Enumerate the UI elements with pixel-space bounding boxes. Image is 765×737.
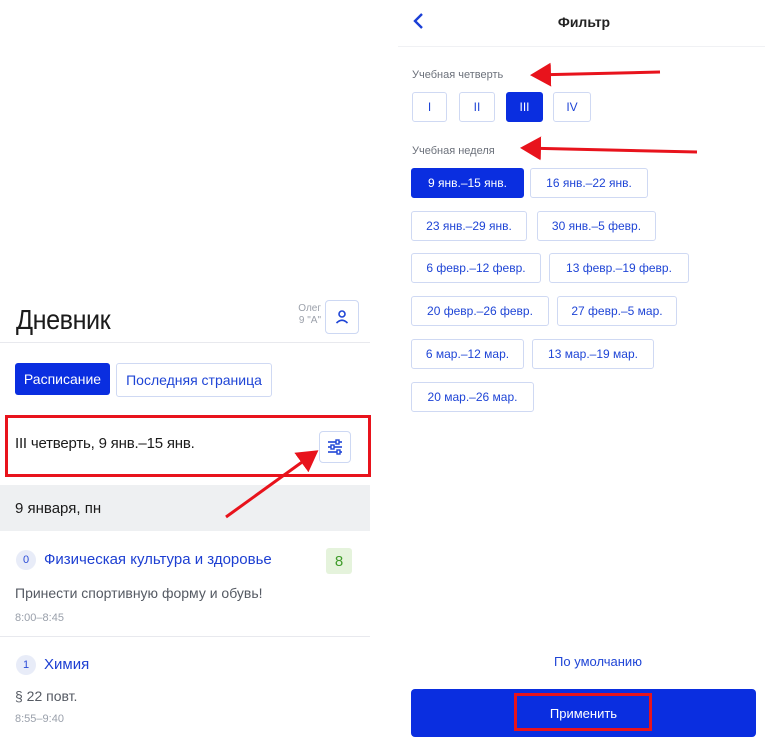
lesson-time: 8:00–8:45	[15, 612, 64, 624]
divider	[0, 636, 370, 637]
quarter-chip-3[interactable]: III	[506, 92, 543, 122]
lesson-number: 0	[16, 550, 36, 570]
quarter-label: Учебная четверть	[412, 69, 504, 81]
lesson-number: 1	[16, 655, 36, 675]
divider	[0, 342, 370, 343]
week-chip[interactable]: 30 янв.–5 февр.	[537, 211, 656, 241]
week-chip[interactable]: 20 мар.–26 мар.	[411, 382, 534, 412]
tab-last-page[interactable]: Последняя страница	[116, 363, 272, 397]
page-title: Дневник	[16, 304, 111, 335]
user-info: Олег 9 "А"	[281, 303, 321, 327]
divider	[398, 46, 765, 47]
user-class: 9 "А"	[298, 315, 321, 326]
profile-button[interactable]	[325, 300, 359, 334]
week-chip[interactable]: 6 февр.–12 февр.	[411, 253, 541, 283]
lesson-name[interactable]: Химия	[44, 656, 89, 673]
lesson-homework: § 22 повт.	[15, 688, 78, 704]
week-label: Учебная неделя	[412, 145, 495, 157]
user-icon	[335, 310, 349, 324]
diary-header: Дневник Олег 9 "А"	[0, 290, 370, 342]
week-chip[interactable]: 16 янв.–22 янв.	[530, 168, 648, 198]
lesson-homework: Принести спортивную форму и обувь!	[15, 585, 263, 601]
lesson-time: 8:55–9:40	[15, 713, 64, 725]
user-name: Олег	[298, 303, 321, 314]
week-chip[interactable]: 13 февр.–19 февр.	[549, 253, 689, 283]
week-chip[interactable]: 23 янв.–29 янв.	[411, 211, 527, 241]
quarter-chip-2[interactable]: II	[459, 92, 495, 122]
week-chip[interactable]: 6 мар.–12 мар.	[411, 339, 524, 369]
filter-title: Фильтр	[557, 14, 611, 30]
week-chip[interactable]: 13 мар.–19 мар.	[532, 339, 654, 369]
filter-screen: Фильтр Учебная четверть I II III IV Учеб…	[398, 0, 765, 737]
lesson-name[interactable]: Физическая культура и здоровье	[44, 551, 272, 568]
week-chip[interactable]: 27 февр.–5 мар.	[557, 296, 677, 326]
diary-screen: Дневник Олег 9 "А" Расписание Последняя …	[0, 290, 371, 737]
week-chip[interactable]: 20 февр.–26 февр.	[411, 296, 549, 326]
highlight-box	[514, 693, 652, 731]
week-chip[interactable]: 9 янв.–15 янв.	[411, 168, 524, 198]
tab-schedule[interactable]: Расписание	[15, 363, 110, 395]
grade-badge[interactable]: 8	[326, 548, 352, 574]
quarter-chip-4[interactable]: IV	[553, 92, 591, 122]
day-header: 9 января, пн	[15, 500, 102, 517]
reset-default-link[interactable]: По умолчанию	[398, 654, 765, 669]
quarter-chip-1[interactable]: I	[412, 92, 447, 122]
highlight-box	[5, 415, 371, 477]
